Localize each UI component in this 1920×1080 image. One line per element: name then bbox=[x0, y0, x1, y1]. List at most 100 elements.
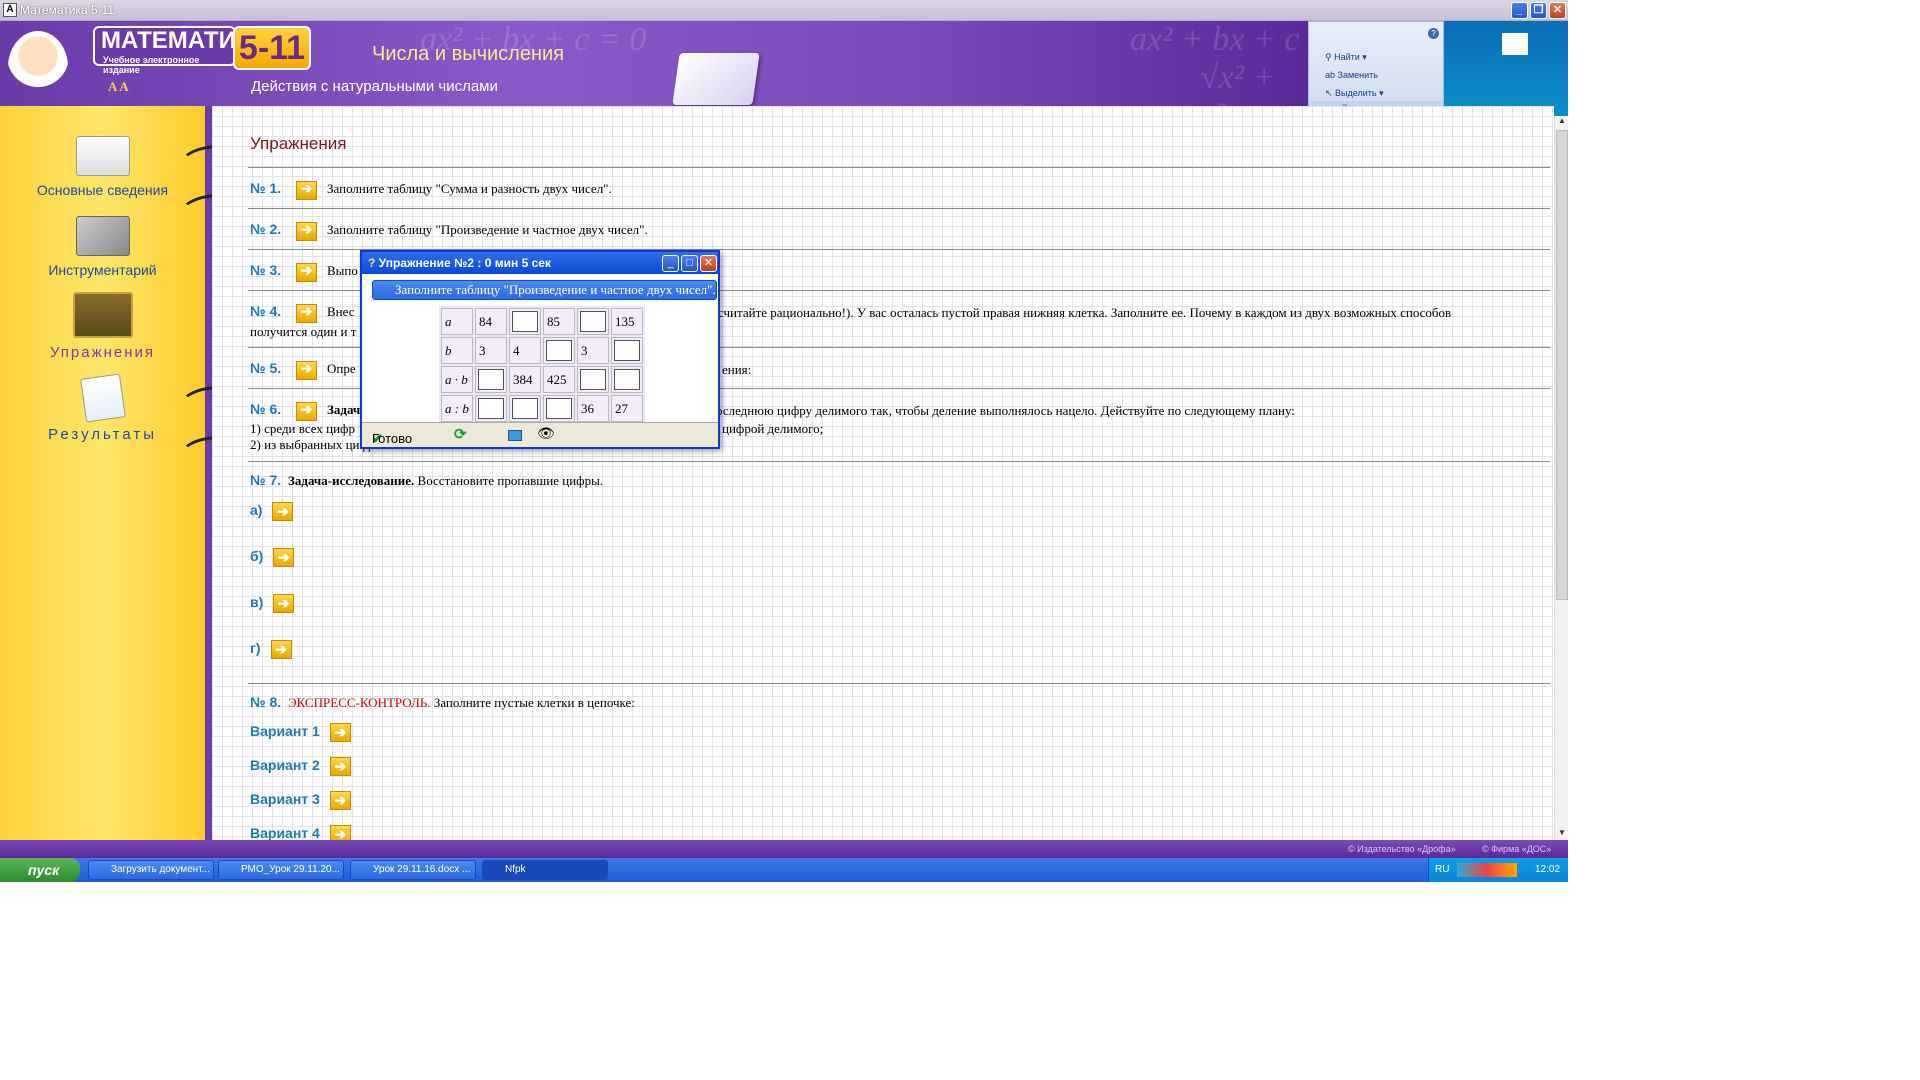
binoculars-icon: ⚲ bbox=[1325, 52, 1335, 62]
variant-3: Вариант 3 ➔ bbox=[250, 791, 361, 810]
help-icon[interactable]: ? bbox=[1428, 28, 1439, 39]
answer-input[interactable] bbox=[509, 308, 541, 335]
dialog-close-button[interactable]: ✕ bbox=[700, 255, 717, 272]
row-header: a · b bbox=[441, 366, 473, 393]
open-subtask-button[interactable]: ➔ bbox=[273, 594, 295, 613]
input-box[interactable] bbox=[614, 369, 640, 390]
row-header: a : b bbox=[441, 395, 473, 422]
answer-row: a : b 36 27 bbox=[441, 395, 643, 422]
font-size-controls[interactable]: A A bbox=[108, 79, 129, 95]
select-command[interactable]: ↖ Выделить ▾ bbox=[1325, 88, 1384, 99]
given-value: 384 bbox=[509, 366, 541, 393]
exercise-text: Восстановите пропавшие цифры. bbox=[417, 473, 604, 488]
taskbar-item-browser[interactable]: Загрузить документ... bbox=[88, 860, 214, 880]
variant-label: Вариант 4 bbox=[250, 825, 320, 840]
copyright-bar: © Издательство «Дрофа» © Фирма «ДОС» bbox=[0, 840, 1568, 858]
open-exercise-button[interactable]: ➔ bbox=[296, 360, 317, 380]
open-exercise-button[interactable]: ➔ bbox=[296, 180, 317, 200]
input-box[interactable] bbox=[614, 340, 640, 361]
clock: 12:02 bbox=[1535, 864, 1561, 875]
exercise-bold-label: Задач bbox=[327, 402, 361, 417]
taskbar-item-nfpk[interactable]: Nfpk bbox=[482, 860, 608, 880]
start-button[interactable]: пуск bbox=[0, 858, 80, 882]
open-variant-button[interactable]: ➔ bbox=[329, 825, 351, 840]
exercise-plan-step-1-end: цифрой делимого; bbox=[722, 421, 824, 436]
tray-icons[interactable] bbox=[1457, 863, 1517, 877]
vertical-scrollbar[interactable]: ▲ ▼ bbox=[1554, 116, 1568, 840]
open-exercise-button[interactable]: ➔ bbox=[296, 401, 317, 421]
taskbar-item-word[interactable]: Урок 29.11.16.docx ... bbox=[350, 860, 476, 880]
open-subtask-button[interactable]: ➔ bbox=[270, 640, 292, 659]
variant-2: Вариант 2 ➔ bbox=[250, 757, 361, 776]
scroll-thumb[interactable] bbox=[1556, 130, 1568, 600]
chalkboard-icon bbox=[72, 292, 133, 338]
given-value: 4 bbox=[509, 337, 541, 364]
open-subtask-button[interactable]: ➔ bbox=[272, 502, 294, 521]
eye-icon[interactable]: 👁 bbox=[537, 425, 555, 442]
open-variant-button[interactable]: ➔ bbox=[329, 723, 351, 742]
app-logo: МАТЕМАТИКА Учебное электронное издание 5-… bbox=[93, 26, 313, 75]
input-box[interactable] bbox=[546, 398, 572, 419]
given-value: 135 bbox=[611, 308, 643, 335]
answer-input[interactable] bbox=[611, 337, 643, 364]
answer-row: a · b 384 425 bbox=[441, 366, 643, 393]
find-label: Найти bbox=[1334, 52, 1360, 62]
open-variant-button[interactable]: ➔ bbox=[329, 791, 351, 810]
dialog-footer: ✔ Готово ⟳ 👁 bbox=[362, 422, 718, 447]
answer-input[interactable] bbox=[577, 366, 609, 393]
decorative-formula: √x² + y² bbox=[1200, 59, 1276, 106]
input-box[interactable] bbox=[580, 369, 606, 390]
dialog-minimize-button[interactable]: _ bbox=[662, 255, 679, 272]
input-box[interactable] bbox=[512, 398, 538, 419]
exercise-3: № 3. ➔ Выпо bbox=[250, 262, 358, 282]
variant-4: Вариант 4 ➔ bbox=[250, 825, 361, 840]
refresh-icon[interactable]: ⟳ bbox=[454, 425, 467, 443]
find-command[interactable]: ⚲ Найти ▾ bbox=[1325, 52, 1367, 63]
replace-command[interactable]: ab Заменить bbox=[1325, 70, 1378, 80]
answer-input[interactable] bbox=[475, 395, 507, 422]
nav-item-results[interactable]: Результаты bbox=[0, 373, 205, 443]
exercise-text-continued: считайте рационально!). У вас осталась п… bbox=[718, 305, 1452, 320]
divider bbox=[248, 167, 1550, 168]
answer-row: b343 bbox=[441, 337, 643, 364]
answer-input[interactable] bbox=[577, 308, 609, 335]
calculator-icon[interactable] bbox=[508, 430, 522, 441]
input-box[interactable] bbox=[580, 311, 606, 332]
subtask-label: г) bbox=[250, 640, 261, 657]
subtask-label: в) bbox=[250, 594, 264, 611]
answer-input[interactable] bbox=[543, 337, 575, 364]
answer-input[interactable] bbox=[475, 366, 507, 393]
input-box[interactable] bbox=[546, 340, 572, 361]
close-button[interactable]: ✕ bbox=[1549, 2, 1566, 19]
dialog-maximize-button[interactable]: □ bbox=[681, 255, 698, 272]
input-box[interactable] bbox=[478, 369, 504, 390]
open-exercise-button[interactable]: ➔ bbox=[296, 303, 317, 323]
answer-input[interactable] bbox=[543, 395, 575, 422]
row-header: a bbox=[441, 308, 473, 335]
input-box[interactable] bbox=[478, 398, 504, 419]
nav-item-exercises[interactable]: Упражнения bbox=[0, 292, 205, 361]
open-exercise-button[interactable]: ➔ bbox=[296, 262, 317, 282]
nav-item-tools[interactable]: Инструментарий bbox=[0, 216, 205, 278]
input-box[interactable] bbox=[512, 311, 538, 332]
open-subtask-button[interactable]: ➔ bbox=[273, 548, 295, 567]
scroll-up-arrow-icon[interactable]: ▲ bbox=[1555, 116, 1569, 128]
decorative-formula: ax² + bx + c bbox=[1130, 21, 1300, 58]
maximize-button[interactable]: ❐ bbox=[1530, 2, 1547, 19]
exercise-number: № 2. bbox=[250, 221, 282, 237]
open-book-icon bbox=[672, 53, 760, 105]
copyright-publisher: © Издательство «Дрофа» bbox=[1348, 844, 1456, 854]
nav-item-basics[interactable]: Основные сведения bbox=[0, 136, 205, 198]
answer-input[interactable] bbox=[611, 366, 643, 393]
open-variant-button[interactable]: ➔ bbox=[329, 757, 351, 776]
nav-label: Основные сведения bbox=[36, 182, 169, 198]
minimize-button[interactable]: _ bbox=[1511, 2, 1528, 19]
taskbar-item-folder[interactable]: РМО_Урок 29.11.20... bbox=[218, 860, 344, 880]
open-exercise-button[interactable]: ➔ bbox=[296, 221, 317, 241]
nav-label: Результаты bbox=[48, 426, 157, 443]
language-indicator[interactable]: RU bbox=[1435, 864, 1449, 875]
scroll-down-arrow-icon[interactable]: ▼ bbox=[1555, 828, 1569, 840]
document-icon bbox=[79, 373, 126, 423]
answer-input[interactable] bbox=[509, 395, 541, 422]
exercise-text-continued: оследнюю цифру делимого так, чтобы делен… bbox=[716, 403, 1295, 418]
